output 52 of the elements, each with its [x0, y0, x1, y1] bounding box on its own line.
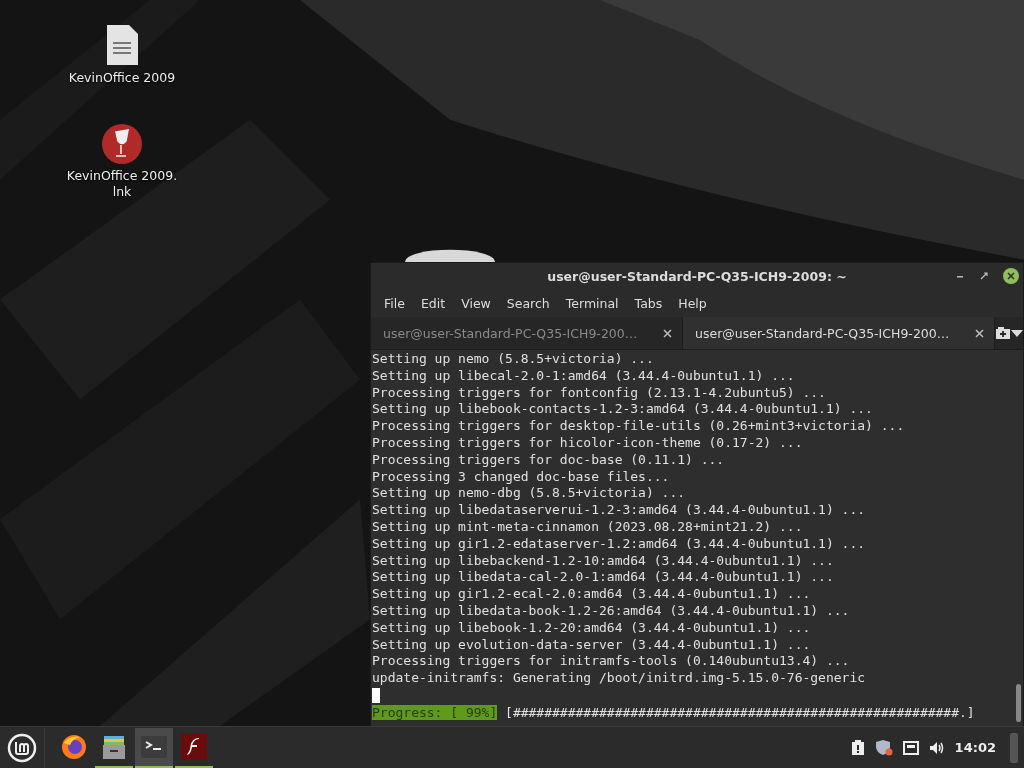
menu-item[interactable]: Search: [499, 292, 557, 315]
close-icon[interactable]: [975, 328, 984, 338]
terminal-line: Processing triggers for hicolor-icon-theme (0.17-2) ...: [372, 435, 804, 452]
text-cursor: [372, 687, 380, 703]
terminal-line: Processing 3 changed doc-base files...: [372, 468, 671, 486]
menu-item[interactable]: Terminal: [558, 292, 626, 315]
terminal-line: Setting up mint-meta-cinnamon (2023.08.28+mint21.2) ...: [372, 518, 804, 536]
menu-item[interactable]: Edit: [413, 292, 453, 315]
shield-icon[interactable]: [874, 739, 893, 756]
terminal-line: Processing triggers for fontconfig (2.13.1-4.2ubuntu5) ...: [372, 384, 827, 402]
terminal-line: Setting up evolution-data-server (3.44.4-0ubuntu1.1) ...: [372, 636, 812, 654]
wine-glass-icon: [102, 124, 142, 164]
terminal-line: Processing triggers for doc-base (0.11.1) ...: [372, 451, 726, 469]
progress-label: Progress: [ 99%]: [372, 704, 498, 720]
icon-label[interactable]: KevinOffice 2009: [68, 70, 176, 86]
close-icon[interactable]: [1003, 268, 1019, 284]
icon-label[interactable]: KevinOffice 2009. lnk: [66, 168, 178, 200]
terminal-line: Setting up libedataserverui-1.2-3:amd64 (3.44.4-0ubuntu1.1) ...: [372, 502, 867, 519]
close-icon[interactable]: [663, 328, 672, 338]
terminal-line: Setting up gir1.2-ecal-2.0:amd64 (3.44.4-0ubuntu1.1) ...: [372, 586, 812, 603]
terminal-line: Setting up nemo (5.8.5+victoria) ...: [372, 351, 655, 368]
clock[interactable]: 14:02: [954, 740, 996, 755]
mint-logo-icon: [7, 732, 37, 763]
terminal-line: Setting up libebackend-1.2-10:amd64 (3.44.4-0ubuntu1.1) ...: [372, 552, 835, 570]
terminal-line: Setting up nemo-dbg (5.8.5+victoria) ...: [372, 485, 687, 503]
scrollbar-thumb[interactable]: [1016, 684, 1021, 722]
terminal-line: Setting up libebook-contacts-1.2-3:amd64 (3.44.4-0ubuntu1.1) ...: [372, 401, 874, 419]
flash-player-icon: [180, 732, 208, 761]
volume-icon[interactable]: [928, 740, 945, 755]
terminal-line: Setting up libecal-2.0-1:amd64 (3.44.4-0ubuntu1.1) ...: [372, 367, 796, 385]
progress-bar-text: [#########################################################.]: [505, 704, 975, 720]
terminal-tab[interactable]: user@user-Standard-PC-Q35-ICH9-200…: [683, 317, 995, 349]
dropdown-caret-icon[interactable]: [1011, 329, 1023, 337]
terminal-line: update-initramfs: Generating /boot/initrd.img-5.15.0-76-generic: [372, 670, 867, 687]
taskbar-launcher[interactable]: [135, 727, 173, 768]
terminal-line: Processing triggers for initramfs-tools (0.140ubuntu13.4) ...: [372, 653, 851, 671]
terminal-line: Setting up gir1.2-edataserver-1.2:amd64 (3.44.4-0ubuntu1.1) ...: [372, 535, 867, 553]
terminal-line: Setting up libedata-cal-2.0-1:amd64 (3.44.4-0ubuntu1.1) ...: [372, 569, 835, 587]
terminal-line: Processing triggers for desktop-file-utils (0.26+mint3+victoria) ...: [372, 418, 906, 435]
menu-item[interactable]: Tabs: [627, 292, 670, 315]
document-icon: [105, 24, 139, 66]
terminal-icon: [140, 734, 168, 759]
menu-item[interactable]: Help: [671, 292, 714, 315]
maximize-icon[interactable]: [979, 271, 989, 281]
menu-item[interactable]: File: [377, 292, 412, 315]
terminal-line: Setting up libebook-1.2-20:amd64 (3.44.4-0ubuntu1.1) ...: [372, 619, 812, 637]
browser-icon: [60, 732, 88, 761]
menu-item[interactable]: View: [454, 292, 498, 315]
window-title: user@user-Standard-PC-Q35-ICH9-2009: ~: [547, 269, 847, 284]
network-icon[interactable]: [902, 740, 919, 755]
terminal-line: Setting up libedata-book-1.2-26:amd64 (3.44.4-0ubuntu1.1) ...: [372, 602, 851, 620]
clipboard-icon[interactable]: [850, 739, 865, 756]
